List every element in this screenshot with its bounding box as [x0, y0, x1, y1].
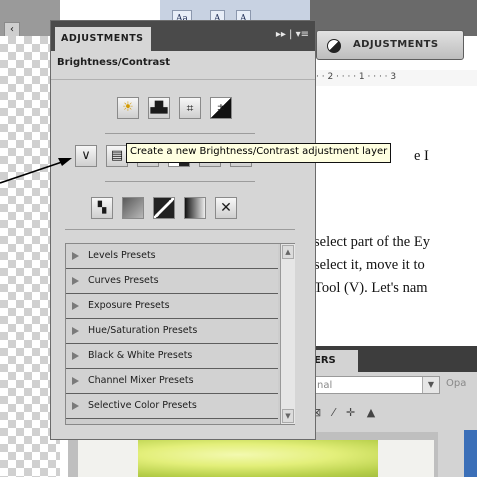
blend-mode-select[interactable]: nal ▼: [310, 376, 440, 394]
document-text-fragment: e I: [414, 148, 429, 164]
document-line: select part of the Ey: [314, 234, 430, 250]
photo-background: [78, 440, 138, 477]
apple-photo: [78, 440, 434, 477]
scroll-up-icon[interactable]: ▲: [282, 245, 294, 259]
preset-label: Channel Mixer Presets: [88, 375, 194, 386]
lock-icons[interactable]: ⊠ ⁄ ✛ ▲: [312, 406, 379, 419]
blend-mode-value: nal: [317, 380, 333, 391]
list-item[interactable]: Hue/Saturation Presets: [66, 319, 278, 344]
layers-tab-bar: ERS: [300, 346, 477, 372]
preset-label: Selective Color Presets: [88, 400, 197, 411]
expand-triangle-icon[interactable]: [72, 402, 79, 410]
adjustments-icon: [327, 39, 341, 53]
invert-icon[interactable]: ▚: [91, 197, 113, 219]
expand-triangle-icon[interactable]: [72, 277, 79, 285]
preset-scrollbar[interactable]: ▲ ▼: [280, 244, 295, 424]
adjustments-panel: ADJUSTMENTS ▸▸ | ▾≡ Brightness/Contrast …: [50, 20, 316, 440]
scroll-down-icon[interactable]: ▼: [282, 409, 294, 423]
panel-header: ADJUSTMENTS ▸▸ | ▾≡: [51, 21, 315, 51]
preset-label: Levels Presets: [88, 250, 156, 261]
list-item[interactable]: Curves Presets: [66, 269, 278, 294]
adjustment-row-1: ☀ ▟▙ ⌗ ±: [117, 97, 232, 119]
threshold-icon[interactable]: [153, 197, 175, 219]
vibrance-icon[interactable]: ∨: [75, 145, 97, 167]
expand-triangle-icon[interactable]: [72, 302, 79, 310]
preset-label: Black & White Presets: [88, 350, 193, 361]
divider: [105, 133, 255, 134]
adjustments-collapsed-button[interactable]: ADJUSTMENTS: [316, 30, 464, 60]
curves-icon[interactable]: ⌗: [179, 97, 201, 119]
preset-label: Hue/Saturation Presets: [88, 325, 198, 336]
document-ruler: · · 2 · · · · 1 · · · · 3: [310, 70, 477, 87]
hue-saturation-icon[interactable]: ▤: [106, 145, 128, 167]
expand-triangle-icon[interactable]: [72, 327, 79, 335]
exposure-icon[interactable]: ±: [210, 97, 232, 119]
adjustment-row-3: ▚ ✕: [91, 197, 237, 219]
tab-layers[interactable]: ERS: [310, 350, 358, 372]
brightness-icon[interactable]: ☀: [117, 97, 139, 119]
opacity-label: Opa: [446, 378, 467, 389]
list-item[interactable]: Selective Color Presets: [66, 394, 278, 419]
ruler-ticks: · · 2 · · · · 1 · · · · 3: [316, 72, 397, 82]
levels-icon[interactable]: ▟▙: [148, 97, 170, 119]
selected-layer-highlight: [464, 430, 477, 477]
divider: [51, 79, 315, 80]
list-item[interactable]: Channel Mixer Presets: [66, 369, 278, 394]
preset-list: Levels Presets Curves Presets Exposure P…: [65, 243, 295, 425]
gradient-map-icon[interactable]: [184, 197, 206, 219]
list-item[interactable]: Exposure Presets: [66, 294, 278, 319]
tooltip: Create a new Brightness/Contrast adjustm…: [126, 143, 392, 163]
document-line: Tool (V). Let's nam: [314, 280, 428, 296]
expand-triangle-icon[interactable]: [72, 352, 79, 360]
preset-label: Curves Presets: [88, 275, 159, 286]
posterize-icon[interactable]: [122, 197, 144, 219]
preset-label: Exposure Presets: [88, 300, 170, 311]
document-page: e I select part of the Ey select it, mov…: [310, 86, 477, 346]
divider: [105, 181, 255, 182]
document-line: select it, move it to: [314, 257, 425, 273]
adjustments-button-label: ADJUSTMENTS: [353, 39, 439, 50]
expand-triangle-icon[interactable]: [72, 377, 79, 385]
selective-color-icon[interactable]: ✕: [215, 197, 237, 219]
expand-triangle-icon[interactable]: [72, 252, 79, 260]
list-item[interactable]: Black & White Presets: [66, 344, 278, 369]
panel-menu-icon[interactable]: ▸▸ | ▾≡: [276, 29, 309, 40]
panel-title: Brightness/Contrast: [57, 57, 171, 68]
chevron-down-icon[interactable]: ▼: [422, 377, 439, 393]
photo-background: [378, 440, 434, 477]
list-item[interactable]: Levels Presets: [66, 244, 278, 269]
tab-adjustments[interactable]: ADJUSTMENTS: [55, 27, 151, 51]
divider: [65, 229, 295, 230]
